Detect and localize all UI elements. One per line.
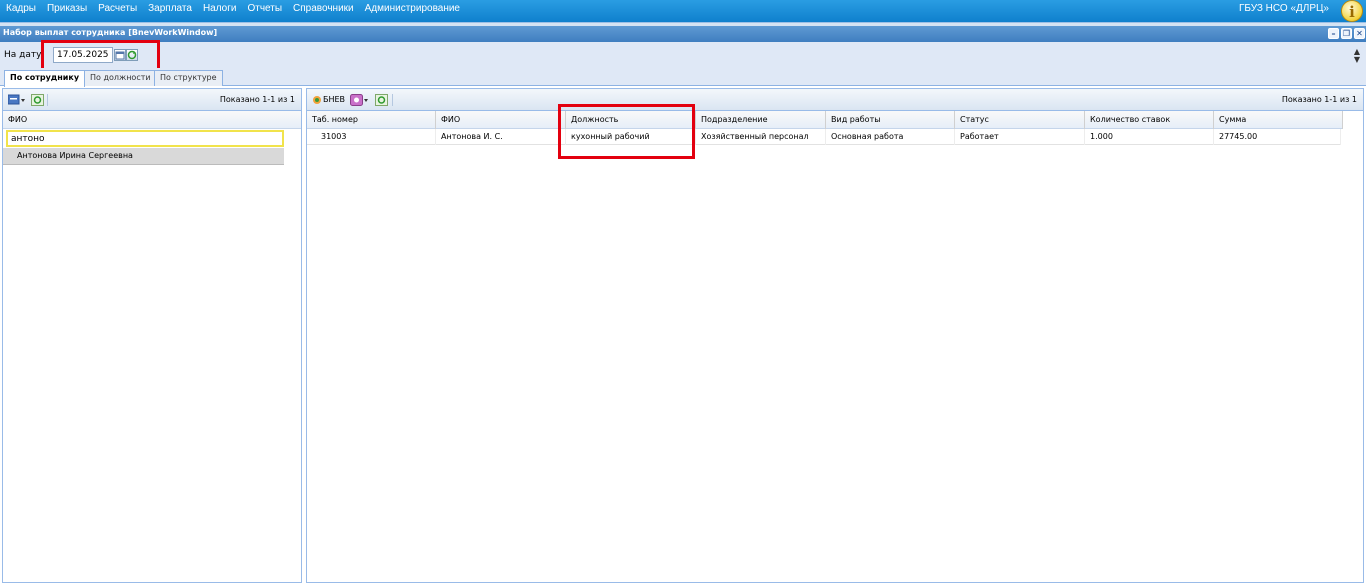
refresh-grid-icon[interactable] xyxy=(375,94,389,106)
date-toolbar: На дату: xyxy=(0,42,1366,68)
cell-status: Работает xyxy=(955,129,1085,145)
info-icon[interactable]: i xyxy=(1341,0,1363,22)
column-sum[interactable]: Сумма xyxy=(1214,111,1343,129)
menu-prikazy[interactable]: Приказы xyxy=(47,3,87,14)
window-title: Набор выплат сотрудника [BnevWorkWindow] xyxy=(3,28,218,37)
menu-kadry[interactable]: Кадры xyxy=(6,3,36,14)
date-label: На дату: xyxy=(4,50,45,60)
column-fio[interactable]: ФИО xyxy=(436,111,566,129)
column-work-type[interactable]: Вид работы xyxy=(826,111,955,129)
column-fio[interactable]: ФИО xyxy=(3,111,301,129)
organization-name: ГБУЗ НСО «ДЛРЦ» xyxy=(1238,3,1329,14)
cell-tab-number: 31003 xyxy=(307,129,436,145)
scroll-arrows-icon[interactable]: ▲ ▼ xyxy=(1351,48,1363,66)
refresh-icon[interactable] xyxy=(31,94,45,106)
restore-icon[interactable]: ❐ xyxy=(1341,28,1352,39)
table-row[interactable]: 31003 Антонова И. С. кухонный рабочий Хо… xyxy=(307,129,1341,145)
employee-list-panel: Показано 1-1 из 1 ФИО антоно Антонова Ир… xyxy=(2,88,302,583)
right-paging-info: Показано 1-1 из 1 xyxy=(1281,95,1357,104)
menu-administrirovanie[interactable]: Администрирование xyxy=(365,3,460,14)
menu-raschety[interactable]: Расчеты xyxy=(98,3,137,14)
tab-strip: По сотруднику По должности По структуре xyxy=(0,68,1366,87)
cell-work-type: Основная работа xyxy=(826,129,955,145)
left-toolbar: Показано 1-1 из 1 xyxy=(3,89,301,111)
cell-department: Хозяйственный персонал xyxy=(696,129,826,145)
menu-nalogi[interactable]: Налоги xyxy=(203,3,237,14)
window-titlebar: Набор выплат сотрудника [BnevWorkWindow]… xyxy=(0,26,1366,42)
cell-fio: Антонова И. С. xyxy=(436,129,566,145)
bnev-label: БНЕВ xyxy=(323,95,346,104)
menu-dropdown-icon[interactable] xyxy=(7,94,25,106)
column-rate-count[interactable]: Количество ставок xyxy=(1085,111,1214,129)
toolbar-separator xyxy=(392,94,393,106)
cell-rate-count: 1.000 xyxy=(1085,129,1214,145)
settings-dropdown-icon[interactable] xyxy=(350,94,370,106)
close-icon[interactable]: ✕ xyxy=(1354,28,1365,39)
menu-otchety[interactable]: Отчеты xyxy=(247,3,282,14)
payments-grid-panel: БНЕВ Показано 1-1 из 1 Таб. номер ФИО До… xyxy=(306,88,1364,583)
menu-spravochniki[interactable]: Справочники xyxy=(293,3,354,14)
column-tab-number[interactable]: Таб. номер xyxy=(307,111,436,129)
tab-by-structure[interactable]: По структуре xyxy=(154,70,223,86)
tab-by-position[interactable]: По должности xyxy=(84,70,157,86)
fio-filter-input[interactable]: антоно xyxy=(6,130,284,147)
main-menu: Кадры Приказы Расчеты Зарплата Налоги От… xyxy=(6,3,471,14)
left-column-header: ФИО xyxy=(3,111,301,129)
toolbar-separator xyxy=(47,94,48,106)
tab-by-employee[interactable]: По сотруднику xyxy=(4,70,86,87)
column-department[interactable]: Подразделение xyxy=(696,111,826,129)
column-status[interactable]: Статус xyxy=(955,111,1085,129)
cell-sum: 27745.00 xyxy=(1214,129,1341,145)
right-toolbar: БНЕВ Показано 1-1 из 1 xyxy=(307,89,1363,111)
left-paging-info: Показано 1-1 из 1 xyxy=(219,95,295,104)
menu-zarplata[interactable]: Зарплата xyxy=(148,3,192,14)
main-menubar: Кадры Приказы Расчеты Зарплата Налоги От… xyxy=(0,0,1366,22)
grid-column-header: Таб. номер ФИО Должность Подразделение В… xyxy=(307,111,1343,129)
highlight-position-box xyxy=(558,104,695,159)
list-item[interactable]: Антонова Ирина Сергеевна xyxy=(3,148,284,165)
minimize-icon[interactable]: – xyxy=(1328,28,1339,39)
